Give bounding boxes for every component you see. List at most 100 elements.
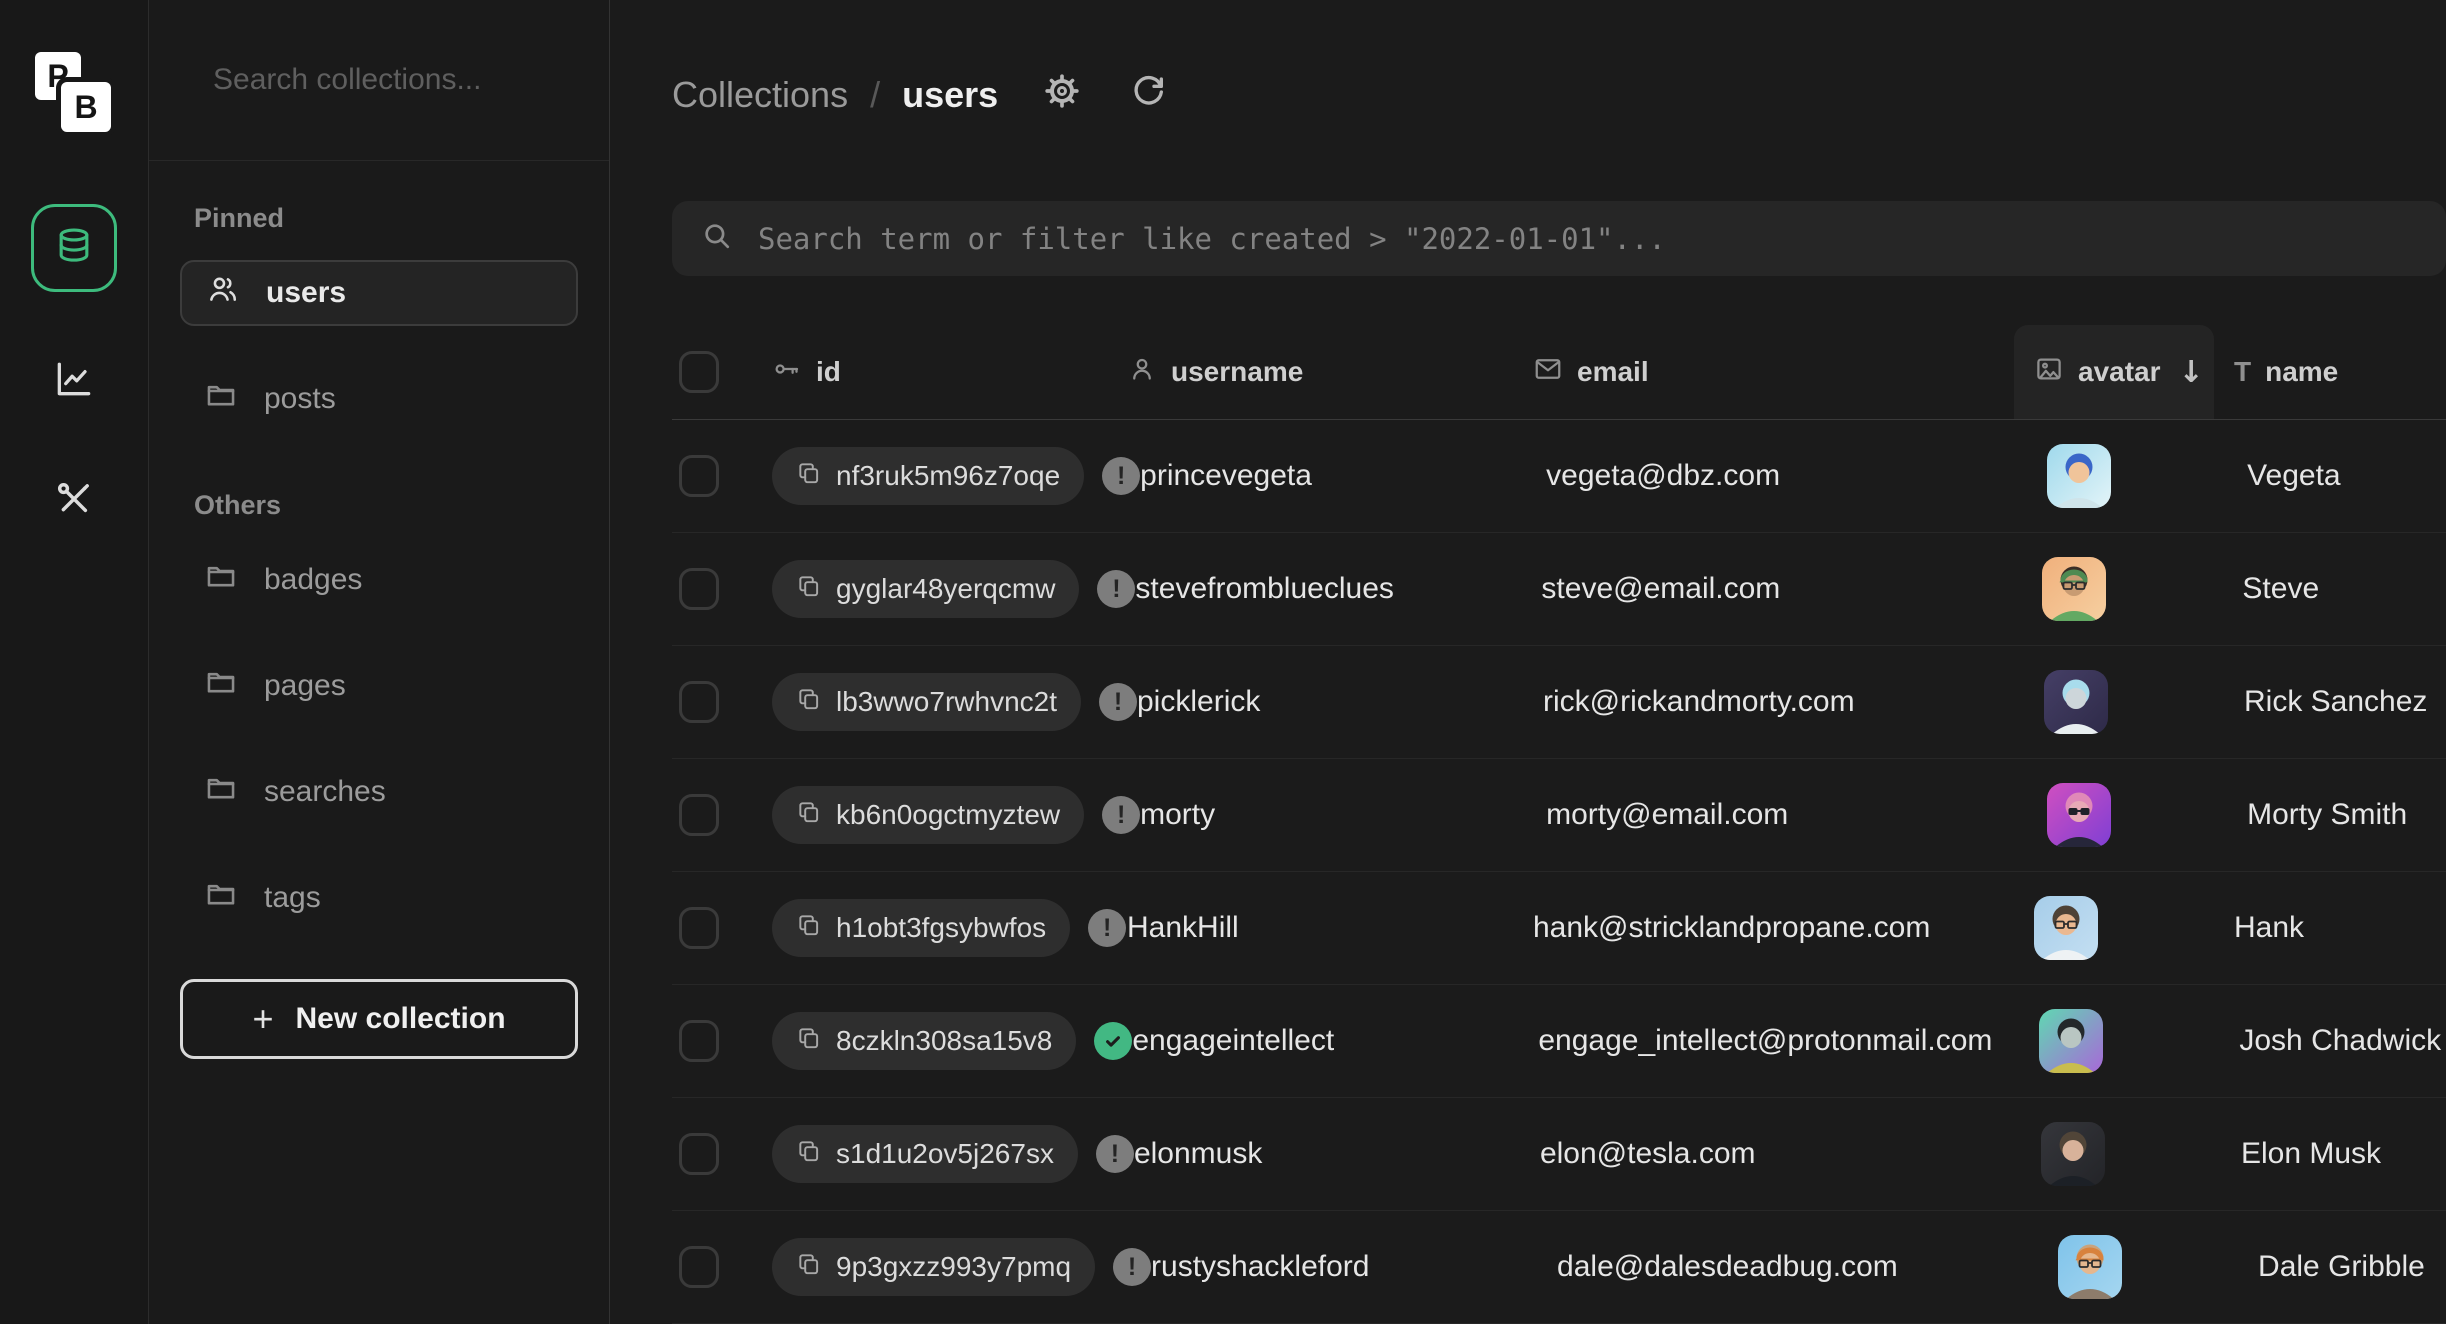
avatar-image [2044,670,2108,734]
nav-logs-button[interactable] [34,340,114,422]
column-label: email [1577,356,1649,388]
unverified-icon: ! [1096,1135,1134,1173]
column-header-avatar[interactable]: avatar↓ [2034,325,2234,419]
copy-icon [796,686,822,719]
main-panel: Collections / users [610,0,2446,1324]
sidebar-item-pages[interactable]: pages [180,653,578,719]
cell-avatar [2041,1122,2241,1186]
nav-rail: P B [0,0,149,1324]
collections-search-input[interactable] [211,62,579,98]
table-row[interactable]: 9p3gxzz993y7pmq!rustyshackleforddale@dal… [672,1211,2446,1324]
cell-avatar [2047,783,2247,847]
row-checkbox-cell [672,455,772,497]
sidebar-item-badges[interactable]: badges [180,547,578,613]
cell-username: morty [1140,798,1546,832]
pocketbase-admin-window: P B PinneduserspostsOthersbadgespagessea… [0,0,2446,1324]
sidebar-item-users[interactable]: users [180,260,578,326]
sidebar-section-label: Others [194,490,564,521]
table-row[interactable]: nf3ruk5m96z7oqe!princevegetavegeta@dbz.c… [672,420,2446,533]
cell-username: picklerick [1137,685,1543,719]
gear-icon [1042,71,1082,120]
collection-settings-button[interactable] [1040,73,1084,117]
nav-collections-button[interactable] [31,204,117,292]
table-row[interactable]: lb3wwo7rwhvnc2t!picklerickrick@rickandmo… [672,646,2446,759]
cell-avatar [2042,557,2242,621]
record-id-badge[interactable]: 9p3gxzz993y7pmq [772,1238,1095,1296]
records-search-input[interactable] [756,221,2418,257]
row-checkbox[interactable] [679,907,719,949]
record-id-text: lb3wwo7rwhvnc2t [836,686,1057,718]
cell-username: stevefromblueclues [1135,572,1541,606]
cell-username: HankHill [1127,911,1533,945]
record-id-badge[interactable]: h1obt3fgsybwfos [772,899,1070,957]
row-checkbox[interactable] [679,1246,719,1288]
record-id-badge[interactable]: gyglar48yerqcmw [772,560,1079,618]
unverified-icon: ! [1102,457,1140,495]
refresh-button[interactable] [1126,73,1170,117]
cell-name: Dale Gribble [2258,1250,2446,1284]
column-header-id[interactable]: id [772,354,1127,391]
new-collection-button[interactable]: +New collection [180,979,578,1059]
record-id-badge[interactable]: s1d1u2ov5j267sx [772,1125,1078,1183]
copy-icon [796,1138,822,1171]
copy-icon [796,460,822,493]
record-id-badge[interactable]: kb6n0ogctmyztew [772,786,1084,844]
table-row[interactable]: gyglar48yerqcmw!stevefrombluecluessteve@… [672,533,2446,646]
cell-username: rustyshackleford [1151,1250,1557,1284]
avatar-image [2041,1122,2105,1186]
unverified-icon: ! [1099,683,1137,721]
record-id-badge[interactable]: lb3wwo7rwhvnc2t [772,673,1081,731]
cell-name: Morty Smith [2247,798,2446,832]
sidebar-item-tags[interactable]: tags [180,865,578,931]
key-icon [772,354,802,391]
nav-settings-button[interactable] [34,460,114,542]
record-id-text: h1obt3fgsybwfos [836,912,1046,944]
row-checkbox-cell [672,568,772,610]
copy-icon [796,799,822,832]
column-header-name[interactable]: Tname [2234,356,2446,388]
copy-icon [796,573,822,606]
record-id-badge[interactable]: 8czkln308sa15v8 [772,1012,1076,1070]
table-row[interactable]: h1obt3fgsybwfos!HankHillhank@stricklandp… [672,872,2446,985]
folder-icon [204,665,238,707]
row-checkbox[interactable] [679,1020,719,1062]
cell-id: s1d1u2ov5j267sx! [772,1125,1134,1183]
row-checkbox-cell [672,1246,772,1288]
sidebar-item-label: searches [264,775,386,809]
row-checkbox[interactable] [679,1133,719,1175]
cell-id: h1obt3fgsybwfos! [772,899,1127,957]
column-header-email[interactable]: email [1533,354,2034,391]
unverified-icon: ! [1113,1248,1151,1286]
sidebar-item-posts[interactable]: posts [180,366,578,432]
column-header-content: email [1533,354,2034,391]
cell-avatar [2034,896,2234,960]
table-body: nf3ruk5m96z7oqe!princevegetavegeta@dbz.c… [672,420,2446,1324]
breadcrumb-collections[interactable]: Collections [672,74,848,116]
breadcrumb: Collections / users [672,72,2446,118]
row-checkbox[interactable] [679,681,719,723]
row-checkbox-cell [672,907,772,949]
plus-icon: + [252,998,273,1040]
cell-name: Elon Musk [2241,1137,2446,1171]
select-all-checkbox[interactable] [679,351,719,393]
record-id-badge[interactable]: nf3ruk5m96z7oqe [772,447,1084,505]
table-row[interactable]: kb6n0ogctmyztew!mortymorty@email.comMort… [672,759,2446,872]
sort-desc-icon: ↓ [2179,355,2204,390]
folder-icon [204,378,238,420]
table-row[interactable]: s1d1u2ov5j267sx!elonmuskelon@tesla.comEl… [672,1098,2446,1211]
mail-icon [1533,354,1563,391]
table-row[interactable]: 8czkln308sa15v8engageintellectengage_int… [672,985,2446,1098]
chart-icon [52,357,96,406]
cell-name: Rick Sanchez [2244,685,2446,719]
pocketbase-logo: P B [35,52,113,132]
record-id-text: kb6n0ogctmyztew [836,799,1060,831]
row-checkbox[interactable] [679,568,719,610]
row-checkbox[interactable] [679,794,719,836]
cell-email: elon@tesla.com [1540,1137,2041,1171]
column-header-username[interactable]: username [1127,354,1533,391]
sidebar-item-searches[interactable]: searches [180,759,578,825]
cell-id: kb6n0ogctmyztew! [772,786,1140,844]
sidebar-sections: PinneduserspostsOthersbadgespagessearche… [149,161,609,1324]
row-checkbox[interactable] [679,455,719,497]
cell-name: Hank [2234,911,2446,945]
